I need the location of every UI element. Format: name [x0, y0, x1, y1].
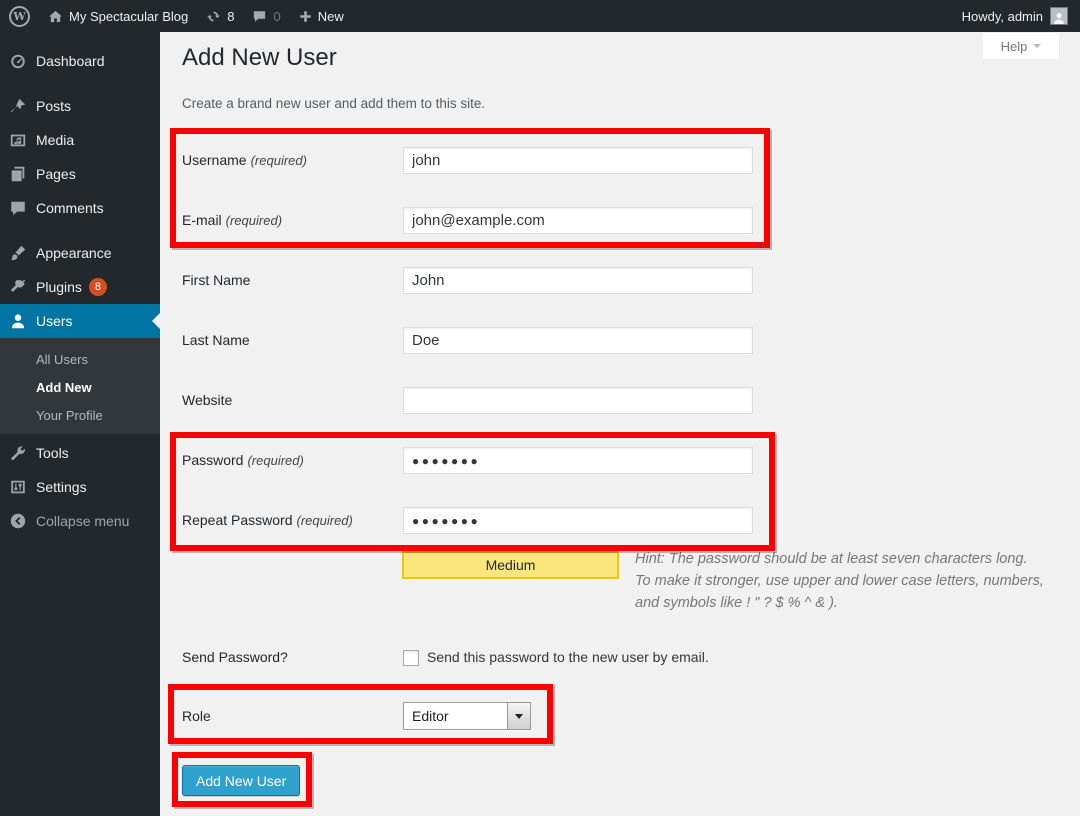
sidebar-item-label: Plugins: [36, 279, 82, 295]
plus-icon: [299, 10, 312, 23]
sidebar-item-dashboard[interactable]: Dashboard: [0, 44, 160, 78]
username-field[interactable]: [403, 147, 753, 174]
sidebar-item-posts[interactable]: Posts: [0, 89, 160, 123]
howdy-text: Howdy, admin: [962, 9, 1043, 24]
send-password-checkbox-label: Send this password to the new user by em…: [427, 649, 709, 665]
help-label: Help: [1001, 39, 1028, 54]
role-select[interactable]: Editor: [403, 702, 531, 730]
wrench-icon: [9, 444, 27, 462]
avatar[interactable]: [1050, 7, 1068, 25]
required-hint: (required): [226, 213, 282, 228]
new-content-link[interactable]: New: [290, 0, 353, 32]
pages-icon: [9, 165, 27, 183]
chevron-down-icon: [1033, 44, 1041, 52]
site-name: My Spectacular Blog: [69, 9, 188, 24]
updates-link[interactable]: 8: [197, 0, 243, 32]
password-strength-meter: Medium: [402, 551, 619, 579]
plug-icon: [9, 278, 27, 296]
required-hint: (required): [247, 453, 303, 468]
sidebar-item-pages[interactable]: Pages: [0, 157, 160, 191]
comment-count: 0: [273, 9, 280, 24]
sidebar-item-label: Pages: [36, 166, 76, 182]
password-field[interactable]: [403, 447, 753, 474]
required-hint: (required): [297, 513, 353, 528]
sidebar-item-collapse-menu[interactable]: Collapse menu: [0, 504, 160, 538]
select-dropdown-button[interactable]: [507, 703, 530, 729]
submenu-item-add-new[interactable]: Add New: [0, 374, 160, 402]
sidebar-item-label: Posts: [36, 98, 71, 114]
update-count: 8: [227, 9, 234, 24]
updates-icon: [206, 9, 221, 24]
plugins-update-badge: 8: [89, 278, 107, 296]
sidebar-item-settings[interactable]: Settings: [0, 470, 160, 504]
home-icon: [48, 9, 63, 24]
page-title: Add New User: [182, 44, 337, 72]
website-label: Website: [182, 392, 232, 408]
new-label: New: [318, 9, 344, 24]
sidebar-item-label: Appearance: [36, 245, 112, 261]
email-field[interactable]: [403, 207, 753, 234]
users-submenu: All Users Add New Your Profile: [0, 338, 160, 434]
sidebar-item-label: Users: [36, 313, 73, 329]
main-content: Help Add New User Create a brand new use…: [160, 32, 1080, 816]
brush-icon: [9, 244, 27, 262]
first-name-field[interactable]: [403, 267, 753, 294]
collapse-arrow-icon: [9, 512, 27, 530]
sidebar-item-users[interactable]: Users: [0, 304, 160, 338]
password-hint-text: Hint: The password should be at least se…: [635, 551, 1044, 611]
website-field[interactable]: [403, 387, 753, 414]
site-name-link[interactable]: My Spectacular Blog: [39, 0, 197, 32]
role-label: Role: [182, 708, 211, 724]
sidebar-separator: [0, 78, 160, 89]
sidebar-item-label: Tools: [36, 445, 69, 461]
email-label: E-mail(required): [182, 212, 282, 228]
required-hint: (required): [251, 153, 307, 168]
help-button[interactable]: Help: [982, 33, 1060, 60]
add-new-user-button[interactable]: Add New User: [182, 765, 300, 796]
send-password-label: Send Password?: [182, 649, 288, 665]
my-account-link[interactable]: Howdy, admin: [953, 0, 1043, 32]
sidebar-item-label: Comments: [36, 200, 104, 216]
sidebar-separator: [0, 225, 160, 236]
first-name-label: First Name: [182, 272, 250, 288]
username-label: Username(required): [182, 152, 307, 168]
comment-icon: [9, 199, 27, 217]
repeat-password-label: Repeat Password(required): [182, 512, 353, 528]
repeat-password-field[interactable]: [403, 507, 753, 534]
password-hint-area: Medium Hint: The password should be at l…: [402, 548, 1047, 614]
sidebar-item-label: Settings: [36, 479, 87, 495]
send-password-checkbox[interactable]: [403, 650, 419, 666]
comments-link[interactable]: 0: [243, 0, 289, 32]
wordpress-logo-icon: W: [9, 6, 30, 27]
admin-bar: W My Spectacular Blog 8 0 New Howdy, adm…: [0, 0, 1080, 32]
comments-bubble-icon: [252, 9, 267, 24]
user-silhouette-icon: [1052, 11, 1066, 24]
user-icon: [9, 312, 27, 330]
sidebar-item-media[interactable]: Media: [0, 123, 160, 157]
sidebar-item-comments[interactable]: Comments: [0, 191, 160, 225]
submenu-item-your-profile[interactable]: Your Profile: [0, 402, 160, 430]
sidebar-item-label: Media: [36, 132, 74, 148]
role-selected-value: Editor: [404, 708, 507, 724]
password-label: Password(required): [182, 452, 304, 468]
page-description: Create a brand new user and add them to …: [182, 96, 485, 111]
sidebar-item-plugins[interactable]: Plugins 8: [0, 270, 160, 304]
submenu-item-all-users[interactable]: All Users: [0, 346, 160, 374]
settings-sliders-icon: [9, 478, 27, 496]
sidebar-item-appearance[interactable]: Appearance: [0, 236, 160, 270]
last-name-field[interactable]: [403, 327, 753, 354]
last-name-label: Last Name: [182, 332, 250, 348]
pushpin-icon: [9, 97, 27, 115]
chevron-down-icon: [515, 714, 523, 723]
sidebar-item-label: Collapse menu: [36, 513, 129, 529]
sidebar-item-label: Dashboard: [36, 53, 105, 69]
sidebar-item-tools[interactable]: Tools: [0, 436, 160, 470]
media-icon: [9, 131, 27, 149]
admin-sidebar: Dashboard Posts Media Pages Comments App…: [0, 32, 160, 816]
dashboard-icon: [9, 52, 27, 70]
wp-logo-menu[interactable]: W: [0, 0, 39, 32]
